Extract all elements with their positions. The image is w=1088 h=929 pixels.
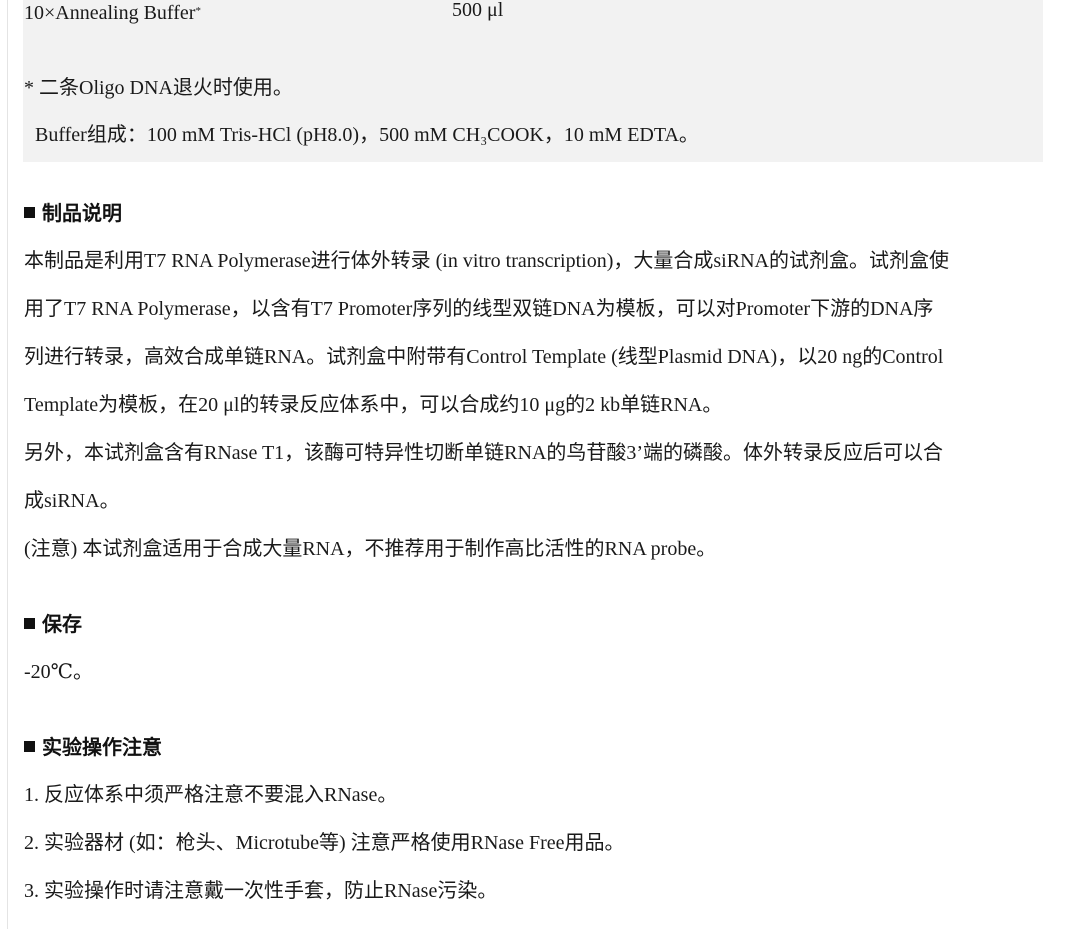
- list-item: 2. 实验器材 (如：枪头、Microtube等) 注意严格使用RNase Fr…: [24, 832, 625, 854]
- reagent-name-text: 10×Annealing Buffer: [24, 2, 196, 24]
- square-bullet-icon: [24, 207, 35, 218]
- section-title: 制品说明: [42, 201, 122, 225]
- square-bullet-icon: [24, 741, 35, 752]
- section-heading-description: 制品说明: [24, 199, 122, 227]
- paragraph-line: 用了T7 RNA Polymerase，以含有T7 Promoter序列的线型双…: [24, 298, 934, 320]
- buffer-composition: Buffer组成：100 mM Tris-HCl (pH8.0)，500 mM …: [35, 124, 699, 146]
- section-title: 保存: [42, 612, 82, 636]
- footnote: * 二条Oligo DNA退火时使用。: [24, 77, 293, 99]
- reagent-volume: 500 μl: [452, 0, 504, 21]
- paragraph-line: -20℃。: [24, 661, 94, 683]
- paragraph-line: Template为模板，在20 μl的转录反应体系中，可以合成约10 μg的2 …: [24, 394, 723, 416]
- reagent-name-mark: *: [195, 5, 201, 17]
- list-item: 1. 反应体系中须严格注意不要混入RNase。: [24, 784, 398, 806]
- reagent-name: 10×Annealing Buffer*: [24, 0, 201, 26]
- paragraph-line: 另外，本试剂盒含有RNase T1，该酶可特异性切断单链RNA的鸟苷酸3’端的磷…: [24, 442, 944, 464]
- square-bullet-icon: [24, 618, 35, 629]
- paragraph-line: 本制品是利用T7 RNA Polymerase进行体外转录 (in vitro …: [24, 250, 949, 272]
- paragraph-line: (注意) 本试剂盒适用于合成大量RNA，不推荐用于制作高比活性的RNA prob…: [24, 538, 717, 560]
- left-border: [7, 0, 8, 929]
- section-heading-storage: 保存: [24, 610, 82, 638]
- section-heading-precautions: 实验操作注意: [24, 733, 162, 761]
- paragraph-line: 成siRNA。: [24, 490, 120, 512]
- section-title: 实验操作注意: [42, 735, 162, 759]
- list-item: 3. 实验操作时请注意戴一次性手套，防止RNase污染。: [24, 880, 498, 902]
- paragraph-line: 列进行转录，高效合成单链RNA。试剂盒中附带有Control Template …: [24, 346, 944, 368]
